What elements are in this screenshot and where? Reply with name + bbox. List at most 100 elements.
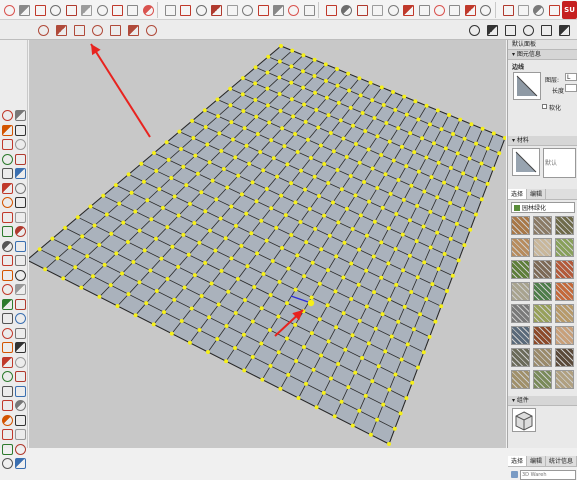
rectangle-icon[interactable] bbox=[63, 2, 77, 18]
vertex-point[interactable] bbox=[217, 131, 222, 136]
vertex-point[interactable] bbox=[61, 276, 66, 281]
vertex-point[interactable] bbox=[154, 236, 158, 241]
vertex-point[interactable] bbox=[102, 262, 107, 267]
arc-icon[interactable] bbox=[94, 2, 108, 18]
vertex-point[interactable] bbox=[309, 331, 314, 336]
vertex-point[interactable] bbox=[298, 220, 303, 224]
vertex-point[interactable] bbox=[416, 117, 421, 122]
layer-select[interactable]: L bbox=[565, 73, 577, 81]
vertex-point[interactable] bbox=[462, 136, 467, 141]
vertex-point[interactable] bbox=[405, 342, 410, 347]
vertex-point[interactable] bbox=[350, 227, 355, 232]
materials-header[interactable]: ▾ 材料 bbox=[508, 136, 577, 146]
vertex-point[interactable] bbox=[221, 166, 226, 171]
vertex-point[interactable] bbox=[240, 76, 245, 81]
tab-components-stats[interactable]: 统计信息 bbox=[546, 456, 577, 466]
vertex-point[interactable] bbox=[420, 136, 425, 141]
rotate-icon[interactable] bbox=[177, 2, 192, 18]
vertex-point[interactable] bbox=[137, 228, 142, 233]
vertex-point[interactable] bbox=[368, 432, 373, 437]
vertex-point[interactable] bbox=[197, 240, 202, 245]
vertex-point[interactable] bbox=[480, 126, 485, 131]
vertex-point[interactable] bbox=[259, 306, 264, 311]
vertex-point[interactable] bbox=[415, 203, 420, 208]
eraser-icon[interactable] bbox=[16, 2, 31, 18]
vertex-point[interactable] bbox=[362, 179, 367, 184]
vertex-point[interactable] bbox=[317, 317, 322, 322]
vertex-point[interactable] bbox=[189, 306, 194, 311]
vertex-point[interactable] bbox=[277, 279, 282, 284]
vertex-point[interactable] bbox=[364, 233, 369, 238]
tool-icon[interactable] bbox=[2, 124, 13, 136]
vertex-point[interactable] bbox=[424, 155, 429, 160]
vertex-point[interactable] bbox=[370, 166, 375, 171]
vertex-point[interactable] bbox=[448, 166, 453, 171]
vertex-point[interactable] bbox=[353, 370, 358, 375]
vertex-point[interactable] bbox=[474, 212, 478, 217]
vertex-point[interactable] bbox=[172, 297, 177, 302]
vertex-point[interactable] bbox=[360, 355, 365, 360]
tab-select[interactable]: 选择 bbox=[508, 189, 528, 199]
vertex-point[interactable] bbox=[308, 156, 313, 161]
vertex-point[interactable] bbox=[357, 160, 362, 165]
vertex-point[interactable] bbox=[322, 162, 327, 167]
vertex-point[interactable] bbox=[387, 297, 392, 302]
vertex-point[interactable] bbox=[207, 315, 212, 320]
vertex-point[interactable] bbox=[372, 290, 377, 295]
vertex-point[interactable] bbox=[373, 326, 378, 331]
next-icon[interactable] bbox=[431, 2, 446, 18]
tool-icon[interactable] bbox=[15, 139, 26, 150]
vertex-point[interactable] bbox=[157, 187, 162, 192]
vertex-point[interactable] bbox=[271, 156, 276, 161]
vertex-point[interactable] bbox=[300, 69, 305, 74]
vertex-point[interactable] bbox=[133, 313, 138, 318]
vertex-point[interactable] bbox=[328, 130, 333, 135]
vertex-point[interactable] bbox=[335, 67, 339, 71]
vertex-point[interactable] bbox=[50, 236, 55, 241]
vertex-point[interactable] bbox=[302, 102, 307, 107]
vertex-point[interactable] bbox=[277, 91, 282, 96]
vertex-point[interactable] bbox=[206, 350, 210, 354]
vertex-point[interactable] bbox=[435, 108, 440, 113]
walk-icon[interactable] bbox=[462, 2, 476, 18]
vertex-point[interactable] bbox=[294, 358, 299, 363]
vertex-point[interactable] bbox=[276, 314, 281, 319]
vertex-point[interactable] bbox=[145, 198, 150, 203]
vertex-point[interactable] bbox=[383, 349, 388, 354]
vertex-point[interactable] bbox=[255, 251, 260, 256]
vertex-point[interactable] bbox=[197, 328, 202, 333]
vertex-point[interactable] bbox=[275, 174, 280, 179]
vertex-point[interactable] bbox=[278, 108, 283, 113]
vertex-point[interactable] bbox=[193, 153, 198, 158]
vertex-point[interactable] bbox=[195, 171, 200, 176]
vertex-point[interactable] bbox=[422, 260, 427, 265]
vertex-point[interactable] bbox=[63, 225, 68, 230]
tool-icon[interactable] bbox=[2, 414, 13, 426]
vertex-point[interactable] bbox=[259, 341, 264, 346]
vertex-point[interactable] bbox=[421, 224, 426, 229]
tool-icon[interactable] bbox=[2, 327, 13, 339]
vertex-point[interactable] bbox=[230, 137, 235, 142]
vertex-point[interactable] bbox=[79, 285, 84, 290]
vertex-point[interactable] bbox=[184, 183, 189, 188]
tool-icon[interactable] bbox=[2, 429, 13, 440]
vertex-point[interactable] bbox=[393, 372, 398, 377]
vertex-point[interactable] bbox=[455, 151, 460, 156]
vertex-point[interactable] bbox=[209, 281, 214, 286]
vertex-point[interactable] bbox=[442, 180, 447, 185]
vertex-point[interactable] bbox=[253, 97, 258, 102]
vertex-point[interactable] bbox=[126, 172, 131, 177]
polygon-icon[interactable] bbox=[109, 2, 123, 18]
vertex-point[interactable] bbox=[387, 139, 392, 144]
vertex-point[interactable] bbox=[381, 402, 386, 407]
extension-icon[interactable] bbox=[530, 2, 545, 18]
vertex-point[interactable] bbox=[115, 304, 120, 308]
vertex-point[interactable] bbox=[348, 173, 353, 178]
vertex-point[interactable] bbox=[310, 260, 315, 265]
vertex-point[interactable] bbox=[274, 225, 279, 230]
vertex-point[interactable] bbox=[290, 48, 295, 53]
vertex-point[interactable] bbox=[210, 178, 215, 183]
material-swatch[interactable] bbox=[511, 216, 530, 235]
front-icon[interactable] bbox=[502, 22, 518, 38]
vertex-point[interactable] bbox=[55, 256, 60, 261]
